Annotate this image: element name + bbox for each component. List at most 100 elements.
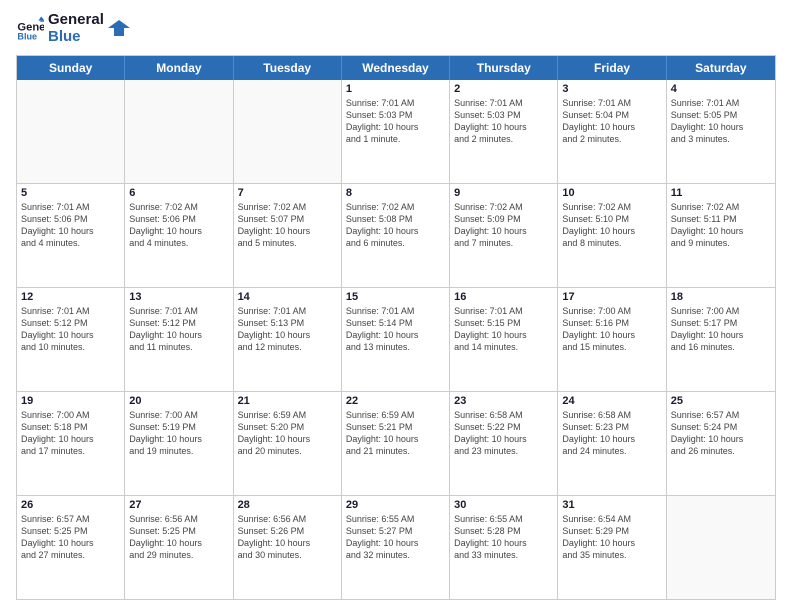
day-cell-empty [234, 80, 342, 183]
day-cell-4: 4 Sunrise: 7:01 AM Sunset: 5:05 PM Daylig… [667, 80, 775, 183]
day-info: Sunrise: 7:01 AM Sunset: 5:12 PM Dayligh… [21, 305, 120, 354]
logo-bird-icon [108, 18, 130, 40]
day-headers: SundayMondayTuesdayWednesdayThursdayFrid… [17, 56, 775, 80]
day-number: 25 [671, 395, 771, 407]
day-header-wednesday: Wednesday [342, 56, 450, 80]
day-cell-20: 20 Sunrise: 7:00 AM Sunset: 5:19 PM Dayli… [125, 392, 233, 495]
day-cell-29: 29 Sunrise: 6:55 AM Sunset: 5:27 PM Dayli… [342, 496, 450, 599]
day-cell-17: 17 Sunrise: 7:00 AM Sunset: 5:16 PM Dayli… [558, 288, 666, 391]
day-info: Sunrise: 6:58 AM Sunset: 5:23 PM Dayligh… [562, 409, 661, 458]
logo-general: General [48, 12, 104, 29]
day-cell-3: 3Sunrise: 7:01 AM Sunset: 5:04 PM Daylig… [558, 80, 666, 183]
day-info: Sunrise: 7:00 AM Sunset: 5:16 PM Dayligh… [562, 305, 661, 354]
day-cell-1: 1Sunrise: 7:01 AM Sunset: 5:03 PM Daylig… [342, 80, 450, 183]
day-number: 5 [21, 187, 120, 199]
calendar: SundayMondayTuesdayWednesdayThursdayFrid… [16, 55, 776, 600]
day-cell-7: 7 Sunrise: 7:02 AM Sunset: 5:07 PM Daylig… [234, 184, 342, 287]
day-number: 27 [129, 499, 228, 511]
day-number: 31 [562, 499, 661, 511]
day-cell-24: 24 Sunrise: 6:58 AM Sunset: 5:23 PM Dayli… [558, 392, 666, 495]
day-info: Sunrise: 7:01 AM Sunset: 5:05 PM Dayligh… [671, 97, 771, 146]
day-number: 24 [562, 395, 661, 407]
day-number: 10 [562, 187, 661, 199]
day-number: 17 [562, 291, 661, 303]
day-cell-21: 21 Sunrise: 6:59 AM Sunset: 5:20 PM Dayli… [234, 392, 342, 495]
day-cell-empty [667, 496, 775, 599]
day-cell-6: 6 Sunrise: 7:02 AM Sunset: 5:06 PM Daylig… [125, 184, 233, 287]
day-number: 8 [346, 187, 445, 199]
day-info: Sunrise: 6:58 AM Sunset: 5:22 PM Dayligh… [454, 409, 553, 458]
day-cell-19: 19Sunrise: 7:00 AM Sunset: 5:18 PM Dayli… [17, 392, 125, 495]
day-info: Sunrise: 7:00 AM Sunset: 5:17 PM Dayligh… [671, 305, 771, 354]
day-cell-8: 8 Sunrise: 7:02 AM Sunset: 5:08 PM Daylig… [342, 184, 450, 287]
day-number: 23 [454, 395, 553, 407]
calendar-body: 1Sunrise: 7:01 AM Sunset: 5:03 PM Daylig… [17, 80, 775, 599]
day-cell-18: 18 Sunrise: 7:00 AM Sunset: 5:17 PM Dayli… [667, 288, 775, 391]
day-info: Sunrise: 7:02 AM Sunset: 5:09 PM Dayligh… [454, 201, 553, 250]
day-info: Sunrise: 7:01 AM Sunset: 5:06 PM Dayligh… [21, 201, 120, 250]
day-number: 4 [671, 83, 771, 95]
day-cell-23: 23 Sunrise: 6:58 AM Sunset: 5:22 PM Dayli… [450, 392, 558, 495]
day-header-tuesday: Tuesday [234, 56, 342, 80]
day-number: 1 [346, 83, 445, 95]
day-info: Sunrise: 6:59 AM Sunset: 5:21 PM Dayligh… [346, 409, 445, 458]
day-info: Sunrise: 6:55 AM Sunset: 5:27 PM Dayligh… [346, 513, 445, 562]
day-number: 14 [238, 291, 337, 303]
day-number: 6 [129, 187, 228, 199]
day-cell-11: 11Sunrise: 7:02 AM Sunset: 5:11 PM Dayli… [667, 184, 775, 287]
day-info: Sunrise: 6:57 AM Sunset: 5:25 PM Dayligh… [21, 513, 120, 562]
day-cell-28: 28 Sunrise: 6:56 AM Sunset: 5:26 PM Dayli… [234, 496, 342, 599]
day-cell-5: 5 Sunrise: 7:01 AM Sunset: 5:06 PM Daylig… [17, 184, 125, 287]
header: General Blue General Blue [16, 12, 776, 45]
day-number: 20 [129, 395, 228, 407]
week-row-4: 19Sunrise: 7:00 AM Sunset: 5:18 PM Dayli… [17, 392, 775, 496]
day-cell-2: 2Sunrise: 7:01 AM Sunset: 5:03 PM Daylig… [450, 80, 558, 183]
week-row-2: 5 Sunrise: 7:01 AM Sunset: 5:06 PM Daylig… [17, 184, 775, 288]
day-info: Sunrise: 7:02 AM Sunset: 5:07 PM Dayligh… [238, 201, 337, 250]
day-number: 12 [21, 291, 120, 303]
day-header-saturday: Saturday [667, 56, 775, 80]
day-number: 7 [238, 187, 337, 199]
day-number: 3 [562, 83, 661, 95]
day-info: Sunrise: 6:56 AM Sunset: 5:25 PM Dayligh… [129, 513, 228, 562]
day-number: 22 [346, 395, 445, 407]
logo: General Blue General Blue [16, 12, 130, 45]
day-info: Sunrise: 7:02 AM Sunset: 5:08 PM Dayligh… [346, 201, 445, 250]
logo-blue: Blue [48, 29, 104, 46]
day-number: 29 [346, 499, 445, 511]
day-number: 21 [238, 395, 337, 407]
day-number: 9 [454, 187, 553, 199]
day-info: Sunrise: 6:56 AM Sunset: 5:26 PM Dayligh… [238, 513, 337, 562]
day-number: 15 [346, 291, 445, 303]
day-info: Sunrise: 7:01 AM Sunset: 5:15 PM Dayligh… [454, 305, 553, 354]
day-cell-26: 26 Sunrise: 6:57 AM Sunset: 5:25 PM Dayli… [17, 496, 125, 599]
day-cell-empty [17, 80, 125, 183]
day-cell-14: 14 Sunrise: 7:01 AM Sunset: 5:13 PM Dayli… [234, 288, 342, 391]
calendar-page: General Blue General Blue SundayMondayTu… [0, 0, 792, 612]
day-header-sunday: Sunday [17, 56, 125, 80]
day-number: 13 [129, 291, 228, 303]
week-row-5: 26 Sunrise: 6:57 AM Sunset: 5:25 PM Dayli… [17, 496, 775, 599]
day-info: Sunrise: 7:02 AM Sunset: 5:11 PM Dayligh… [671, 201, 771, 250]
day-info: Sunrise: 6:59 AM Sunset: 5:20 PM Dayligh… [238, 409, 337, 458]
svg-text:Blue: Blue [17, 31, 37, 41]
day-number: 26 [21, 499, 120, 511]
day-number: 16 [454, 291, 553, 303]
day-cell-25: 25 Sunrise: 6:57 AM Sunset: 5:24 PM Dayli… [667, 392, 775, 495]
day-header-friday: Friday [558, 56, 666, 80]
week-row-3: 12 Sunrise: 7:01 AM Sunset: 5:12 PM Dayli… [17, 288, 775, 392]
day-number: 18 [671, 291, 771, 303]
day-number: 30 [454, 499, 553, 511]
day-number: 28 [238, 499, 337, 511]
day-info: Sunrise: 6:57 AM Sunset: 5:24 PM Dayligh… [671, 409, 771, 458]
day-info: Sunrise: 7:00 AM Sunset: 5:19 PM Dayligh… [129, 409, 228, 458]
day-cell-empty [125, 80, 233, 183]
day-cell-16: 16 Sunrise: 7:01 AM Sunset: 5:15 PM Dayli… [450, 288, 558, 391]
day-cell-30: 30Sunrise: 6:55 AM Sunset: 5:28 PM Dayli… [450, 496, 558, 599]
day-info: Sunrise: 7:00 AM Sunset: 5:18 PM Dayligh… [21, 409, 120, 458]
day-header-thursday: Thursday [450, 56, 558, 80]
day-info: Sunrise: 7:01 AM Sunset: 5:13 PM Dayligh… [238, 305, 337, 354]
day-cell-9: 9 Sunrise: 7:02 AM Sunset: 5:09 PM Daylig… [450, 184, 558, 287]
day-info: Sunrise: 6:54 AM Sunset: 5:29 PM Dayligh… [562, 513, 661, 562]
day-info: Sunrise: 7:02 AM Sunset: 5:06 PM Dayligh… [129, 201, 228, 250]
